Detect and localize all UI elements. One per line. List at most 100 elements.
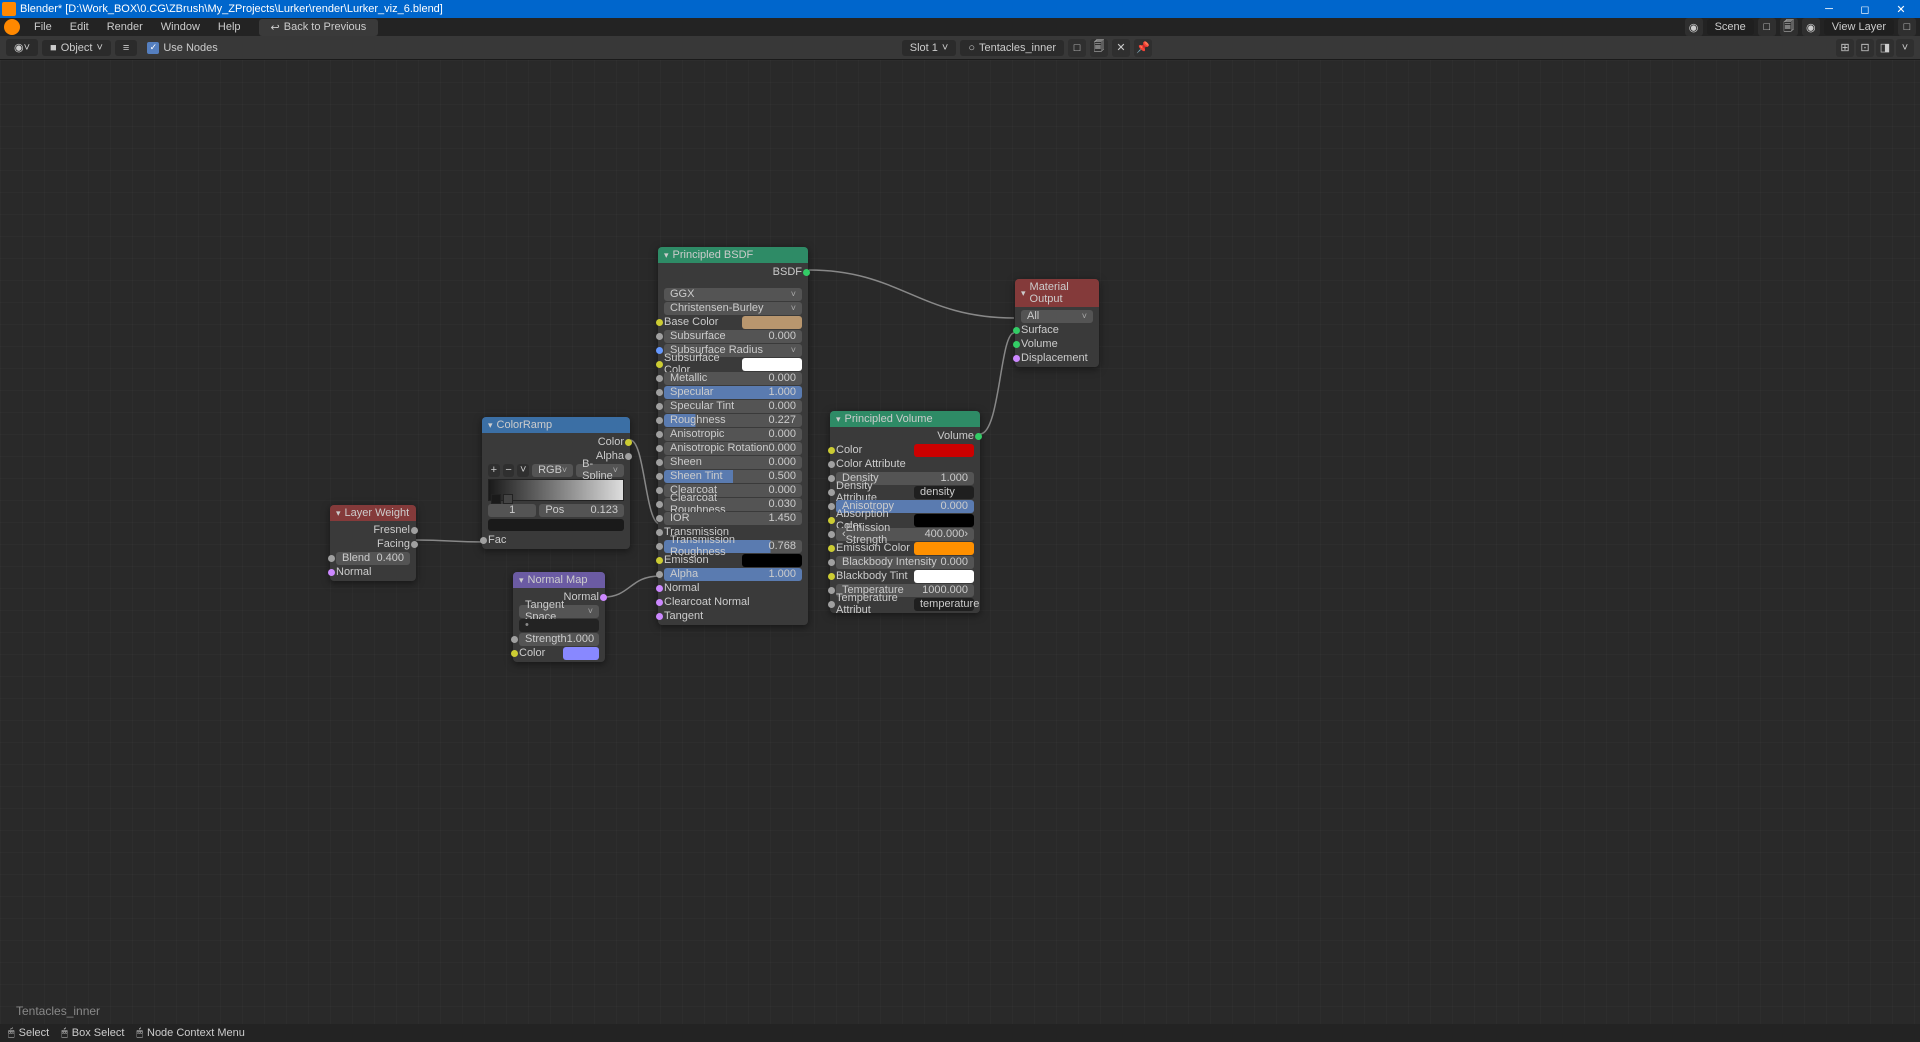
blender-logo-icon[interactable] [4,19,20,35]
emit-color-swatch[interactable] [914,542,974,555]
region-button[interactable]: ◨ [1876,39,1894,57]
unlink-material-button[interactable]: ✕ [1112,39,1130,57]
node-header[interactable]: ▾ ColorRamp [482,417,630,433]
editor-toolbar: ◉˅ ■ Object ˅ ≡ Use Nodes Slot 1 ˅ ○ Ten… [0,36,1920,60]
new-scene-button[interactable]: □ [1758,18,1776,36]
pin-button[interactable]: 📌 [1134,39,1152,57]
delete-scene-button[interactable]: 🗐 [1780,18,1798,36]
target-select[interactable]: All˅ [1021,310,1093,323]
mouse-icon: 🖱 [61,1027,68,1040]
overlay-button[interactable]: ⊡ [1856,39,1874,57]
collapse-icon[interactable]: ▾ [836,414,841,425]
bb-tint-swatch[interactable] [914,570,974,583]
node-editor-canvas[interactable]: ▾ Layer Weight Fresnel Facing Blend 0.40… [0,60,1920,1024]
slot-selector[interactable]: Slot 1 ˅ [902,40,957,56]
collapse-icon[interactable]: ▾ [336,508,341,519]
collapse-icon[interactable]: ▾ [488,420,493,431]
node-header[interactable]: ▾ Material Output [1015,279,1099,307]
maximize-button[interactable]: ◻ [1848,0,1882,18]
remove-stop-button[interactable]: − [503,464,515,477]
node-normal-map[interactable]: ▾ Normal Map Normal Tangent Space˅ • Str… [513,572,605,662]
chevron-down-icon: ˅ [96,42,102,54]
bb-int-field[interactable]: Blackbody Intensity0.000 [836,556,974,569]
menu-help[interactable]: Help [210,21,249,33]
collapse-icon[interactable]: ▾ [1021,288,1026,299]
window-titlebar: Blender* [D:\Work_BOX\0.CG\ZBrush\My_ZPr… [0,0,1920,18]
back-icon: ↩ [271,21,280,34]
minimize-button[interactable]: ─ [1812,0,1846,18]
collapse-icon[interactable]: ▾ [664,250,669,261]
aniso-rot-field[interactable]: Anisotropic Rotation0.000 [664,442,802,455]
collapse-icon[interactable]: ▾ [519,575,524,586]
menu-render[interactable]: Render [99,21,151,33]
node-color-ramp[interactable]: ▾ ColorRamp Color Alpha + − ˅ RGB˅ B-Spl… [482,417,630,549]
blend-field[interactable]: Blend 0.400 [336,552,410,565]
object-mode-icon: ■ [50,42,57,54]
node-material-output[interactable]: ▾ Material Output All˅ Surface Volume Di… [1015,279,1099,367]
subsurface-field[interactable]: Subsurface0.000 [664,330,802,343]
density-attr-field[interactable]: density [914,486,974,499]
status-context-menu: 🖱Node Context Menu [136,1027,244,1040]
status-box-select: 🖱Box Select [61,1027,124,1040]
metallic-field[interactable]: Metallic0.000 [664,372,802,385]
sss-method-select[interactable]: Christensen-Burley˅ [664,302,802,315]
statusbar: 🖱Select 🖱Box Select 🖱Node Context Menu [0,1024,1920,1042]
interaction-mode[interactable]: ■ Object ˅ [42,40,111,56]
node-layer-weight[interactable]: ▾ Layer Weight Fresnel Facing Blend 0.40… [330,505,416,581]
strength-field[interactable]: Strength 1.000 [519,633,599,646]
layer-icon[interactable]: ◉ [1802,18,1820,36]
material-selector[interactable]: ○ Tentacles_inner [960,40,1064,56]
options-button[interactable]: ˅ [1896,39,1914,57]
trans-rough-field[interactable]: Transmission Roughness0.768 [664,540,802,553]
sheen-tint-field[interactable]: Sheen Tint0.500 [664,470,802,483]
new-material-button[interactable]: □ [1068,39,1086,57]
stop-index-field[interactable]: 1 [488,504,536,517]
emission-swatch[interactable] [742,554,802,567]
aniso-field[interactable]: Anisotropic0.000 [664,428,802,441]
ior-field[interactable]: IOR1.450 [664,512,802,525]
space-select[interactable]: Tangent Space˅ [519,605,599,618]
normal-color-swatch[interactable] [563,647,599,660]
alpha-field[interactable]: Alpha1.000 [664,568,802,581]
node-principled-volume[interactable]: ▾ Principled Volume Volume Color Color A… [830,411,980,613]
editor-type-selector[interactable]: ◉˅ [6,39,38,56]
spec-tint-field[interactable]: Specular Tint0.000 [664,400,802,413]
uvmap-field[interactable]: • [519,619,599,632]
node-header[interactable]: ▾ Principled BSDF [658,247,808,263]
node-header[interactable]: ▾ Normal Map [513,572,605,588]
use-nodes-checkbox[interactable] [147,42,159,54]
node-header[interactable]: ▾ Principled Volume [830,411,980,427]
node-header[interactable]: ▾ Layer Weight [330,505,416,521]
duplicate-material-button[interactable]: 🗐 [1090,39,1108,57]
view-layer-selector[interactable]: View Layer [1824,19,1894,35]
close-button[interactable]: ✕ [1884,0,1918,18]
new-layer-button[interactable]: □ [1898,18,1916,36]
flip-ramp-button[interactable]: ˅ [517,464,529,477]
stop-pos-field[interactable]: Pos 0.123 [539,504,624,517]
base-color-swatch[interactable] [742,316,802,329]
distribution-select[interactable]: GGX˅ [664,288,802,301]
temp-attr-field[interactable]: temperature [914,598,974,611]
node-principled-bsdf[interactable]: ▾ Principled BSDF BSDF GGX˅ Christensen-… [658,247,808,625]
snap-button[interactable]: ⊞ [1836,39,1854,57]
scene-selector[interactable]: Scene [1707,19,1754,35]
color-ramp-gradient[interactable] [488,479,624,501]
roughness-field[interactable]: Roughness0.227 [664,414,802,427]
sheen-field[interactable]: Sheen0.000 [664,456,802,469]
menu-file[interactable]: File [26,21,60,33]
emit-str-field[interactable]: ‹Emission Strength400.000› [836,528,974,541]
view-menu-icon[interactable]: ≡ [115,40,137,56]
back-to-previous-button[interactable]: ↩ Back to Previous [259,19,379,36]
stop-color-swatch[interactable] [488,519,624,531]
status-select: 🖱Select [8,1027,49,1040]
vol-color-swatch[interactable] [914,444,974,457]
cc-rough-field[interactable]: Clearcoat Roughness0.030 [664,498,802,511]
interp-select[interactable]: B-Spline˅ [576,464,624,477]
scene-icon[interactable]: ◉ [1685,18,1703,36]
add-stop-button[interactable]: + [488,464,500,477]
color-mode-select[interactable]: RGB˅ [532,464,573,477]
ss-color-swatch[interactable] [742,358,802,371]
specular-field[interactable]: Specular1.000 [664,386,802,399]
menu-window[interactable]: Window [153,21,208,33]
menu-edit[interactable]: Edit [62,21,97,33]
